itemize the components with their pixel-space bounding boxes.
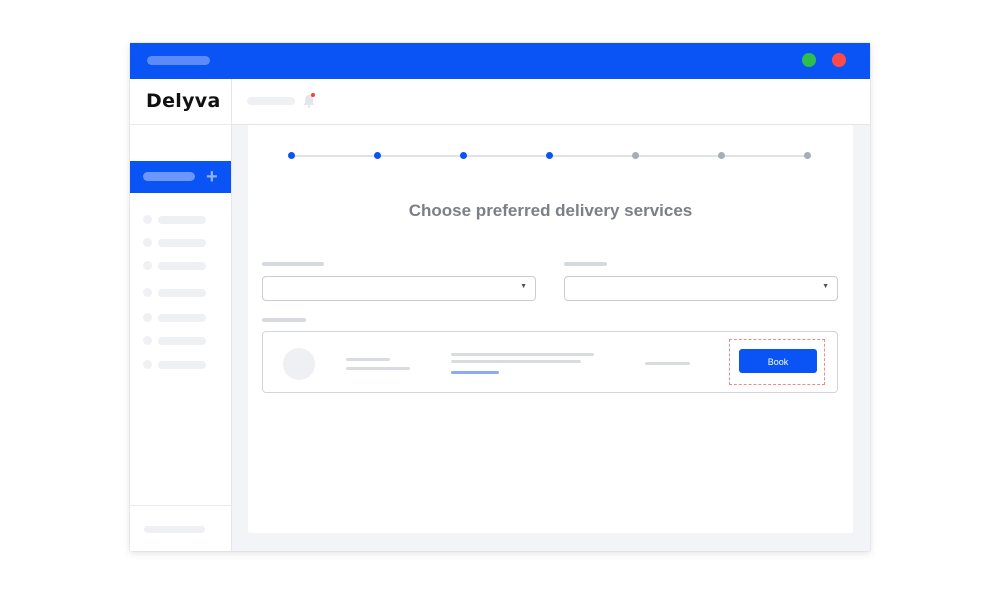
page-title: Choose preferred delivery services [408, 201, 693, 220]
progress-stepper [288, 152, 811, 160]
field-label-placeholder [262, 262, 324, 266]
top-bar [232, 79, 870, 125]
nav-label-placeholder [158, 361, 206, 369]
nav-label-placeholder [158, 262, 206, 270]
nav-label-placeholder [158, 239, 206, 247]
topbar-title-placeholder [247, 97, 295, 105]
book-highlight: Book [729, 339, 825, 385]
book-button[interactable]: Book [739, 349, 817, 373]
plus-icon: + [206, 166, 218, 188]
courier-name-placeholder [346, 358, 390, 361]
nav-icon [143, 261, 152, 270]
sidebar-new-button[interactable]: + [130, 161, 231, 193]
app-logo: Delyva [146, 90, 221, 112]
field-label-placeholder [564, 262, 607, 266]
caret-down-icon: ▼ [822, 283, 829, 290]
nav-label-placeholder [158, 314, 206, 322]
service-desc-placeholder [451, 353, 594, 356]
nav-label-placeholder [158, 289, 206, 297]
service-filter-select-1[interactable]: ▼ [262, 276, 536, 301]
nav-icon [143, 288, 152, 297]
sidebar-item[interactable] [143, 261, 223, 271]
step-6 [718, 152, 725, 159]
maximize-window-button[interactable] [802, 53, 816, 67]
sidebar-new-label-placeholder [143, 172, 195, 181]
step-5 [632, 152, 639, 159]
nav-icon [143, 360, 152, 369]
step-7 [804, 152, 811, 159]
bell-icon[interactable] [302, 93, 316, 109]
courier-detail-placeholder [346, 367, 410, 370]
step-1 [288, 152, 295, 159]
step-3 [460, 152, 467, 159]
notification-badge [311, 93, 315, 97]
sidebar: Delyva + [130, 79, 232, 551]
nav-icon [143, 336, 152, 345]
app-window: Delyva + Choose preferred delivery servi… [130, 43, 870, 551]
step-2 [374, 152, 381, 159]
caret-down-icon: ▼ [520, 283, 527, 290]
service-link-placeholder[interactable] [451, 371, 499, 374]
window-title-placeholder [147, 56, 210, 65]
courier-logo [283, 348, 315, 380]
sidebar-item[interactable] [143, 238, 223, 248]
sidebar-item[interactable] [143, 360, 223, 370]
section-label-placeholder [262, 318, 306, 322]
sidebar-item[interactable] [143, 288, 223, 298]
nav-label-placeholder [158, 337, 206, 345]
nav-label-placeholder [158, 216, 206, 224]
delivery-service-row: Book [262, 331, 838, 393]
step-4 [546, 152, 553, 159]
main-card: Choose preferred delivery services ▼ ▼ B… [248, 125, 853, 533]
sidebar-divider [130, 124, 231, 125]
title-bar [130, 43, 870, 79]
nav-icon [143, 215, 152, 224]
sidebar-item[interactable] [143, 336, 223, 346]
close-window-button[interactable] [832, 53, 846, 67]
sidebar-item[interactable] [143, 215, 223, 225]
service-desc-placeholder [451, 360, 581, 363]
sidebar-item[interactable] [143, 313, 223, 323]
nav-icon [143, 313, 152, 322]
sidebar-footer-divider [130, 505, 231, 506]
nav-icon [143, 238, 152, 247]
service-filter-select-2[interactable]: ▼ [564, 276, 838, 301]
sidebar-footer-item[interactable] [144, 526, 205, 533]
service-price-placeholder [645, 362, 690, 365]
